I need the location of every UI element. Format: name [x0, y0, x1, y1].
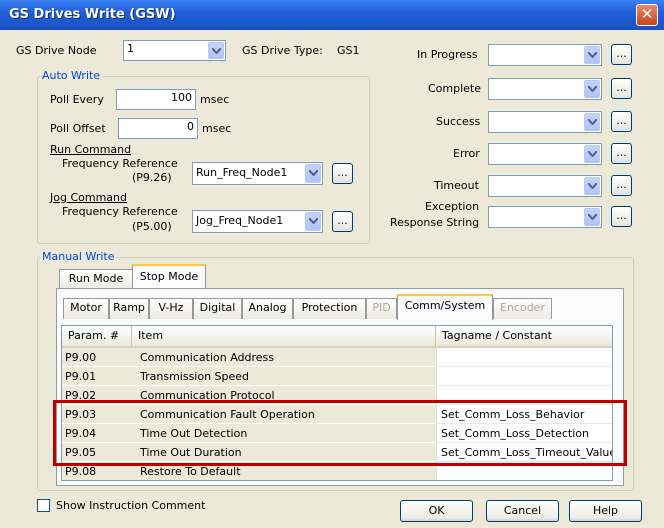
- tab-comm-system[interactable]: Comm/System: [397, 294, 493, 320]
- table-row[interactable]: P9.01 Transmission Speed: [62, 367, 612, 386]
- exception-label-line2: Response String: [390, 216, 480, 229]
- tab-digital[interactable]: Digital: [193, 298, 242, 319]
- tab-run-mode[interactable]: Run Mode: [59, 269, 133, 289]
- run-freq-param: (P9.26): [132, 171, 172, 184]
- tab-stop-mode[interactable]: Stop Mode: [132, 264, 206, 290]
- chevron-down-icon[interactable]: [305, 164, 321, 183]
- jog-freq-label: Frequency Reference: [62, 205, 178, 218]
- jog-freq-select[interactable]: Jog_Freq_Node1: [192, 210, 323, 233]
- tab-v-hz[interactable]: V-Hz: [149, 298, 193, 319]
- timeout-label: Timeout: [434, 179, 479, 192]
- table-row[interactable]: P9.00 Communication Address: [62, 348, 612, 367]
- item-cell: Transmission Speed: [132, 367, 436, 386]
- help-button[interactable]: Help: [569, 500, 642, 522]
- column-header-item[interactable]: Item: [132, 326, 436, 348]
- run-command-label: Run Command: [50, 143, 132, 156]
- tab-analog[interactable]: Analog: [242, 298, 293, 319]
- chevron-down-icon[interactable]: [584, 208, 600, 226]
- success-label: Success: [436, 115, 481, 128]
- jog-freq-value: Jog_Freq_Node1: [196, 214, 284, 227]
- jog-freq-browse-button[interactable]: ...: [332, 211, 353, 232]
- success-select[interactable]: [488, 111, 602, 133]
- tagname-cell[interactable]: [436, 348, 612, 367]
- error-label: Error: [453, 147, 480, 160]
- run-freq-browse-button[interactable]: ...: [332, 163, 353, 184]
- error-select[interactable]: [488, 143, 602, 165]
- drive-node-label: GS Drive Node: [16, 44, 97, 57]
- chevron-down-icon[interactable]: [584, 177, 600, 195]
- timeout-browse-button[interactable]: ...: [611, 175, 632, 196]
- error-browse-button[interactable]: ...: [611, 143, 632, 164]
- run-freq-value: Run_Freq_Node1: [196, 166, 288, 179]
- highlight-box: [53, 400, 627, 466]
- manual-write-title: Manual Write: [40, 250, 117, 263]
- param-cell: P9.00: [62, 348, 132, 367]
- poll-every-label: Poll Every: [50, 93, 104, 106]
- chevron-down-icon[interactable]: [584, 113, 600, 131]
- param-cell: P9.01: [62, 367, 132, 386]
- auto-write-title: Auto Write: [40, 69, 103, 82]
- chevron-down-icon[interactable]: [584, 46, 600, 64]
- poll-every-unit: msec: [200, 93, 230, 106]
- run-freq-select[interactable]: Run_Freq_Node1: [192, 162, 323, 185]
- dialog-window: GS Drives Write (GSW) ✕ GS Drive Node 1 …: [0, 0, 664, 528]
- poll-offset-label: Poll Offset: [50, 122, 106, 135]
- poll-offset-input[interactable]: 0: [118, 118, 198, 139]
- title-bar[interactable]: GS Drives Write (GSW) ✕: [0, 0, 664, 30]
- window-title: GS Drives Write (GSW): [9, 7, 176, 22]
- drive-type-value: GS1: [337, 44, 360, 57]
- cancel-button[interactable]: Cancel: [486, 500, 559, 522]
- chevron-down-icon[interactable]: [208, 42, 224, 59]
- column-header-param[interactable]: Param. #: [62, 326, 132, 348]
- complete-browse-button[interactable]: ...: [611, 78, 632, 99]
- tab-ramp[interactable]: Ramp: [109, 298, 149, 319]
- drive-node-value: 1: [127, 42, 134, 55]
- jog-command-label: Jog Command: [50, 191, 127, 204]
- run-freq-label: Frequency Reference: [62, 157, 178, 170]
- item-cell: Communication Address: [132, 348, 436, 367]
- in-progress-browse-button[interactable]: ...: [611, 44, 632, 65]
- exception-select[interactable]: [488, 206, 602, 228]
- tab-motor[interactable]: Motor: [63, 298, 109, 319]
- chevron-down-icon[interactable]: [584, 145, 600, 163]
- tab-encoder: Encoder: [493, 298, 552, 319]
- poll-offset-unit: msec: [202, 122, 232, 135]
- column-header-tagname[interactable]: Tagname / Constant: [436, 326, 612, 348]
- exception-browse-button[interactable]: ...: [611, 206, 632, 227]
- success-browse-button[interactable]: ...: [611, 111, 632, 132]
- poll-every-input[interactable]: 100: [116, 89, 196, 110]
- show-comment-checkbox[interactable]: [37, 499, 50, 512]
- ok-button[interactable]: OK: [400, 500, 473, 522]
- in-progress-label: In Progress: [417, 48, 478, 61]
- chevron-down-icon[interactable]: [305, 212, 321, 231]
- drive-node-select[interactable]: 1: [123, 40, 226, 61]
- timeout-select[interactable]: [488, 175, 602, 197]
- show-comment-label: Show Instruction Comment: [56, 499, 206, 512]
- tab-pid: PID: [366, 298, 397, 319]
- complete-select[interactable]: [488, 78, 602, 100]
- close-button[interactable]: ✕: [636, 4, 658, 26]
- jog-freq-param: (P5.00): [132, 220, 172, 233]
- close-icon: ✕: [640, 5, 654, 23]
- in-progress-select[interactable]: [488, 44, 602, 66]
- tagname-cell[interactable]: [436, 367, 612, 386]
- drive-type-label: GS Drive Type:: [242, 44, 323, 57]
- tab-protection[interactable]: Protection: [293, 298, 366, 319]
- exception-label-line1: Exception: [425, 200, 480, 213]
- chevron-down-icon[interactable]: [584, 80, 600, 98]
- complete-label: Complete: [428, 82, 482, 95]
